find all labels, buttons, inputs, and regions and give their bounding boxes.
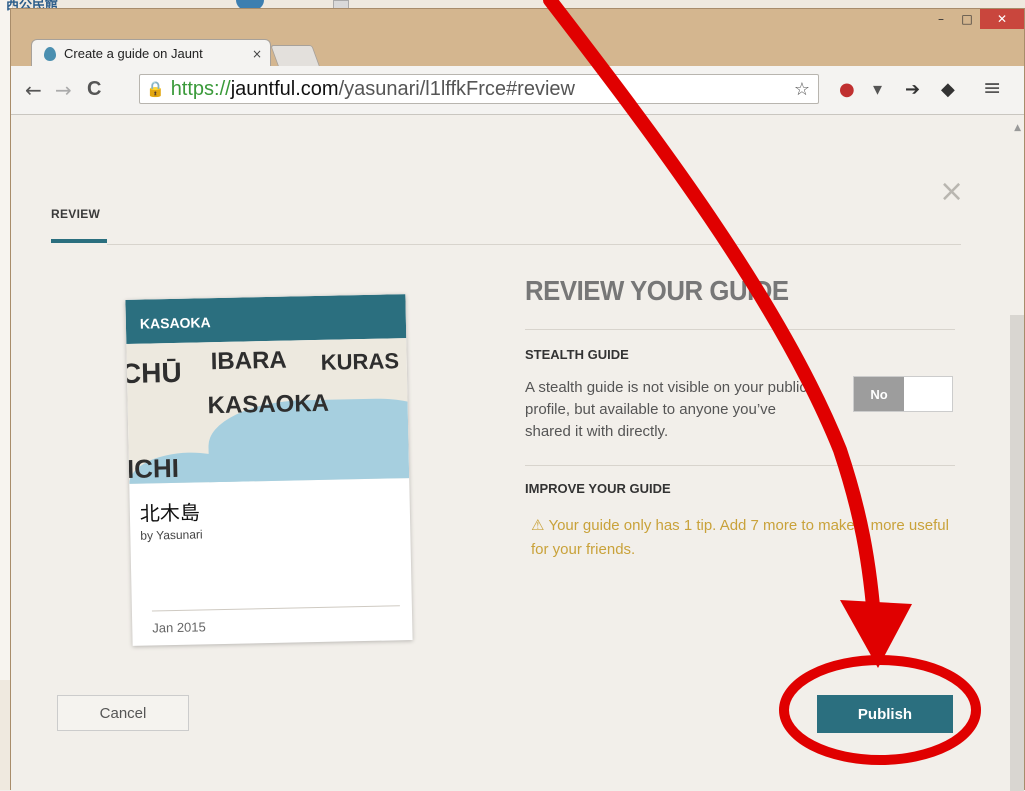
card-author: by Yasunari: [140, 527, 203, 543]
new-tab-button[interactable]: [270, 45, 320, 66]
divider: [107, 244, 961, 245]
guide-preview-card: KASAOKA CHŪ IBARA KURAS KASAOKA ICHI 北木島…: [125, 294, 413, 646]
url-path: /yasunari/l1lffkFrce#review: [338, 77, 575, 100]
card-title: 北木島: [139, 502, 201, 526]
map-label: KURAS: [320, 348, 400, 375]
tab-review-underline: [51, 239, 107, 243]
stealth-toggle-no[interactable]: No: [854, 377, 904, 411]
tab-close-icon[interactable]: ×: [252, 47, 262, 61]
page-content: ▲ × REVIEW KASAOKA CHŪ IBARA KURAS KASAO…: [11, 115, 1024, 791]
browser-tab[interactable]: Create a guide on Jaunt ×: [31, 39, 271, 67]
maximize-button[interactable]: □: [954, 9, 980, 29]
map-label: IBARA: [210, 346, 287, 376]
divider: [525, 329, 955, 330]
browser-toolbar: ← → C 🔒 https:// jauntful.com /yasunari/…: [11, 66, 1024, 115]
cancel-button[interactable]: Cancel: [57, 695, 189, 731]
stealth-guide-description: A stealth guide is not visible on your p…: [525, 379, 807, 440]
map-label: KASAOKA: [207, 389, 330, 420]
divider: [525, 465, 955, 466]
send-to-device-icon[interactable]: ➔: [905, 79, 920, 100]
stealth-toggle[interactable]: No: [853, 376, 953, 412]
stealth-guide-title: STEALTH GUIDE: [525, 347, 629, 362]
card-header: KASAOKA: [125, 294, 407, 344]
map-label: CHŪ: [126, 356, 182, 390]
browser-window: – □ ✕ Create a guide on Jaunt × ← → C 🔒 …: [10, 8, 1025, 791]
reload-icon[interactable]: C: [87, 78, 101, 101]
url-scheme: https://: [170, 77, 231, 100]
improve-guide-title: IMPROVE YOUR GUIDE: [525, 481, 671, 496]
address-bar[interactable]: 🔒 https:// jauntful.com /yasunari/l1lffk…: [139, 74, 819, 104]
publish-button[interactable]: Publish: [817, 695, 953, 733]
warning-icon: ⚠: [531, 516, 545, 534]
map-label: ICHI: [126, 452, 180, 484]
extension-r-icon[interactable]: ●: [839, 79, 855, 100]
menu-icon[interactable]: ≡: [983, 76, 1001, 101]
back-icon[interactable]: ←: [25, 78, 42, 102]
tab-title: Create a guide on Jaunt: [64, 46, 203, 61]
url-host: jauntful.com: [230, 77, 339, 100]
review-heading: REVIEW YOUR GUIDE: [525, 275, 789, 306]
improve-warning: ⚠ Your guide only has 1 tip. Add 7 more t…: [531, 513, 961, 562]
close-window-button[interactable]: ✕: [980, 9, 1024, 29]
tab-review[interactable]: REVIEW: [51, 207, 100, 221]
scrollbar-thumb[interactable]: [1010, 315, 1024, 791]
jauntful-favicon-icon: [44, 46, 56, 61]
modal-close-icon[interactable]: ×: [939, 177, 964, 207]
lock-icon: 🔒: [146, 80, 165, 98]
bookmark-star-icon[interactable]: ☆: [794, 79, 810, 100]
forward-icon[interactable]: →: [55, 78, 72, 102]
pocket-icon[interactable]: ▾: [873, 79, 882, 100]
scroll-up-icon[interactable]: ▲: [1014, 123, 1021, 133]
minimize-button[interactable]: –: [928, 9, 954, 29]
vertical-scrollbar[interactable]: ▲: [1010, 115, 1024, 791]
warning-text: Your guide only has 1 tip. Add 7 more to…: [531, 517, 949, 558]
card-divider: [151, 605, 400, 612]
card-map: CHŪ IBARA KURAS KASAOKA ICHI: [126, 338, 410, 484]
window-controls: – □ ✕: [928, 9, 1024, 31]
card-date: Jan 2015: [152, 619, 206, 636]
evernote-icon[interactable]: ◆: [941, 79, 955, 100]
